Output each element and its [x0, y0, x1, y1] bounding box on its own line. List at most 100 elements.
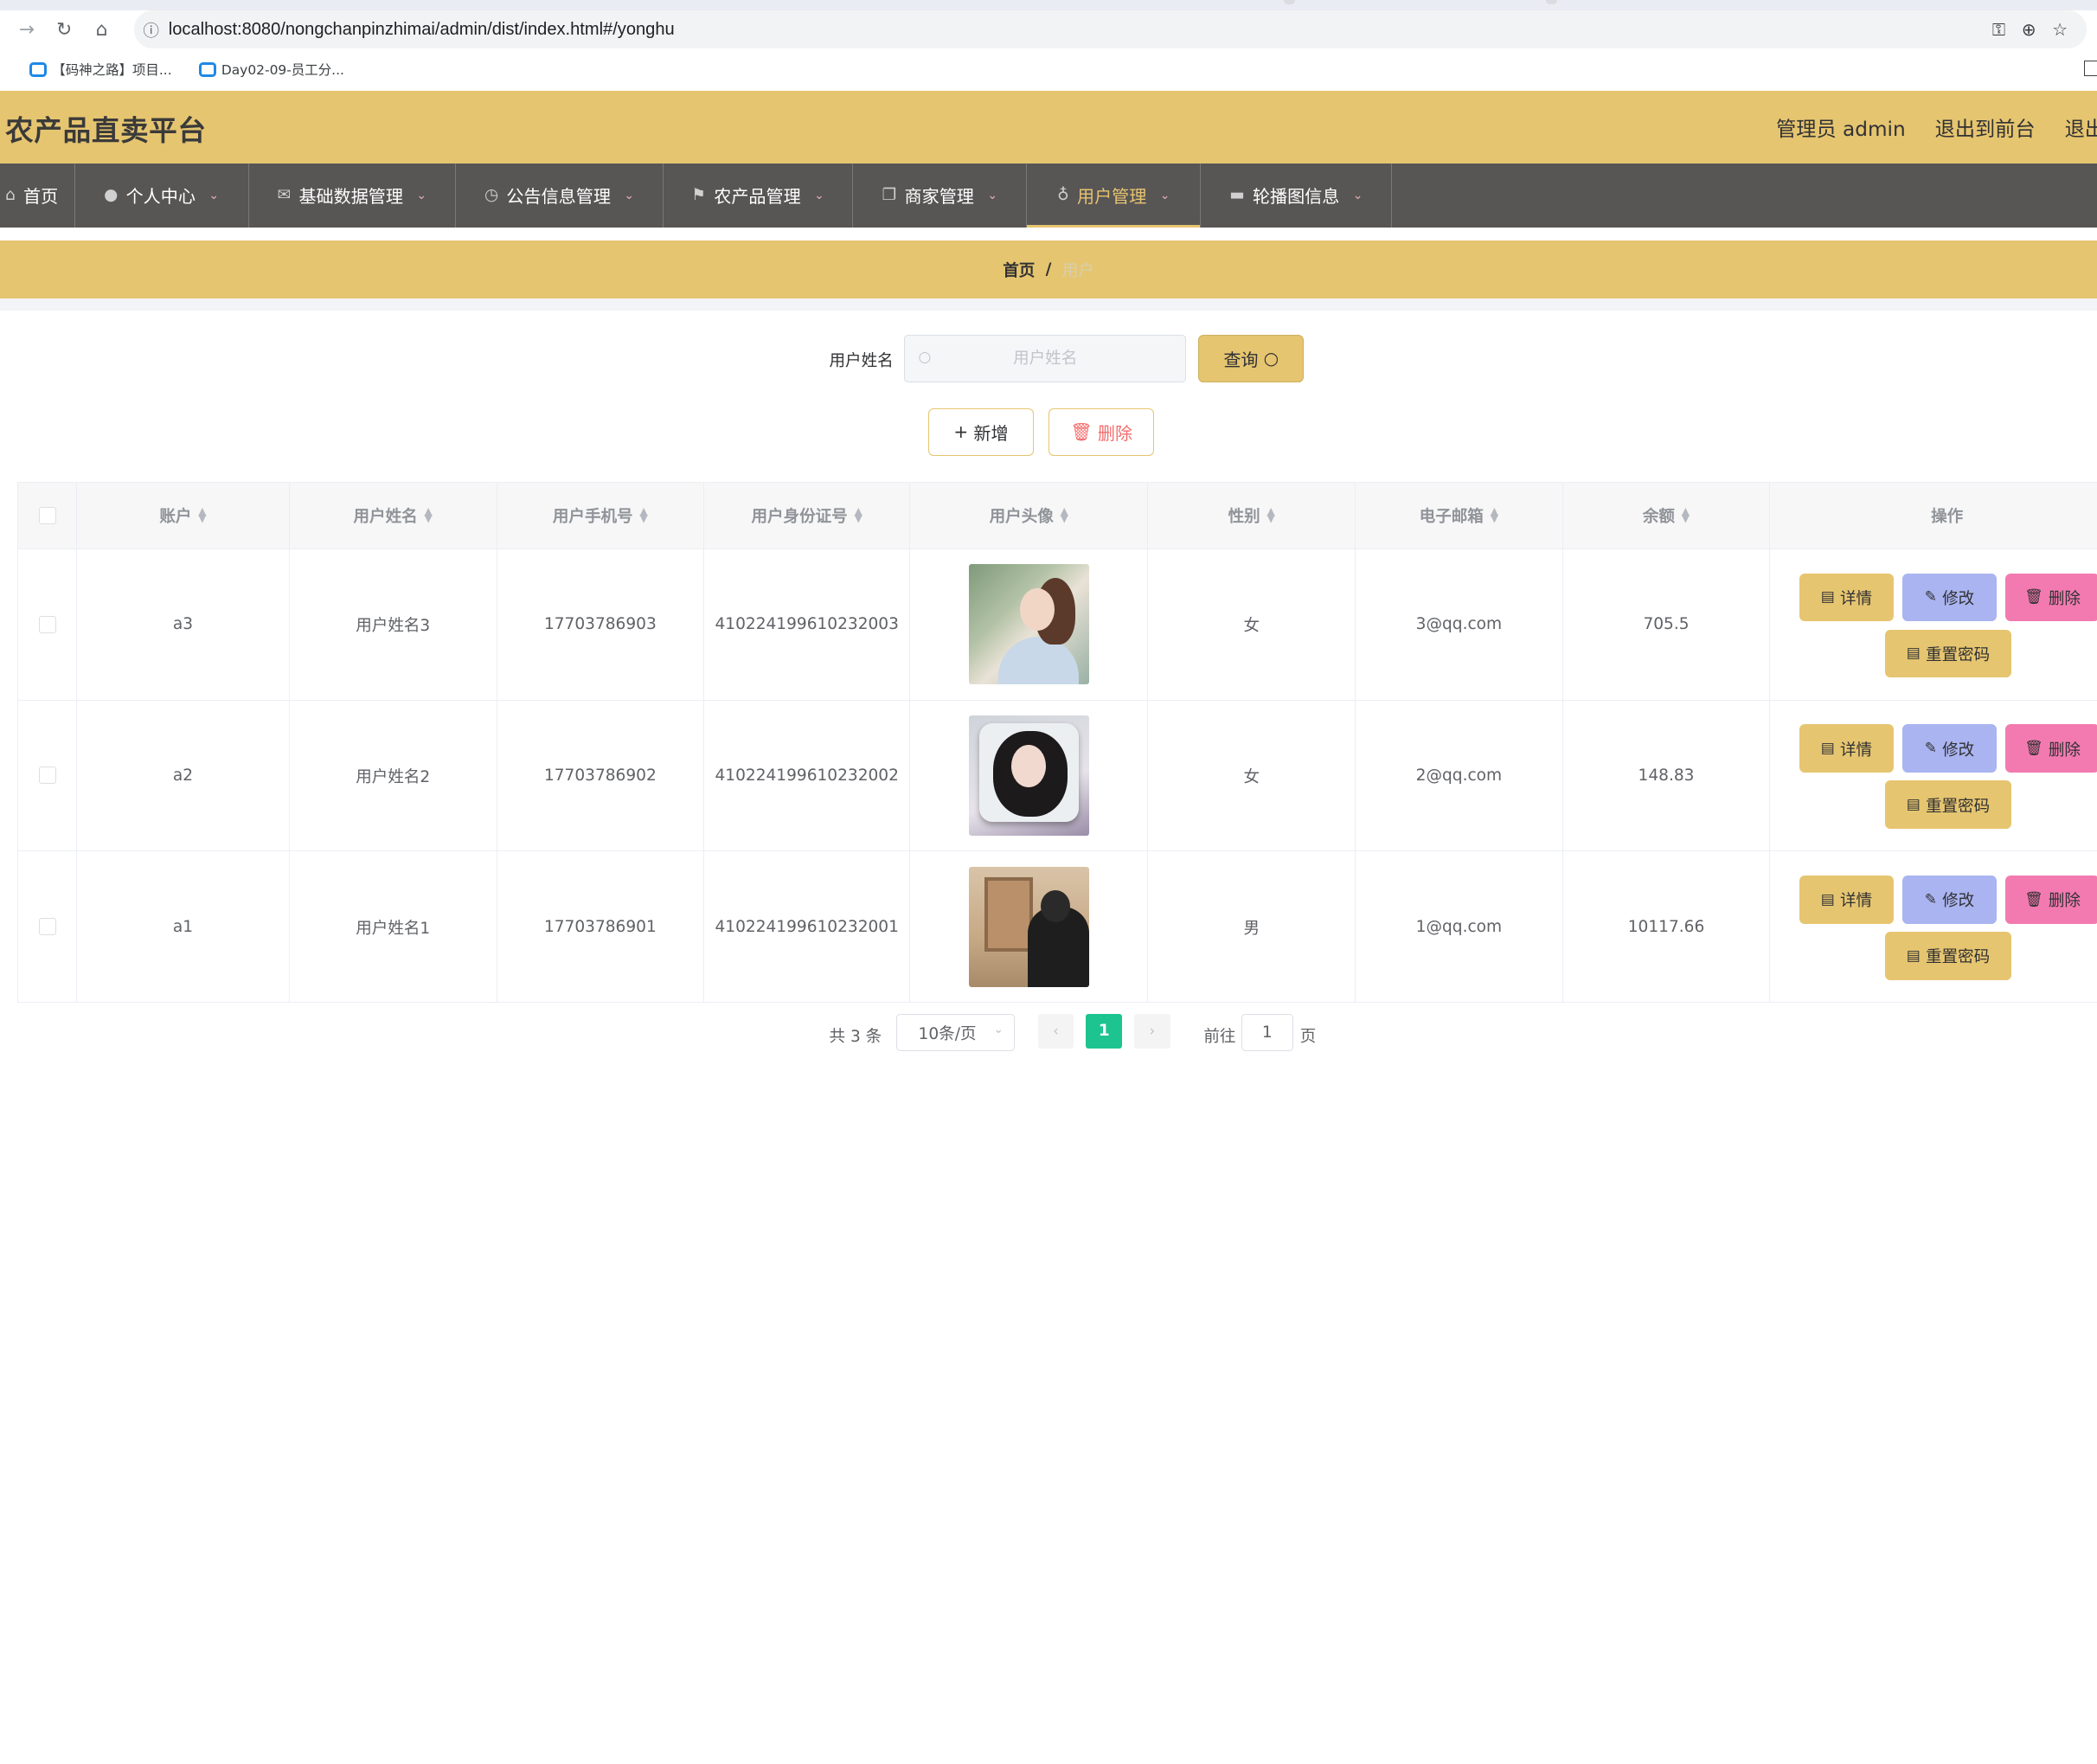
avatar-figure [1019, 587, 1055, 632]
add-button[interactable]: + 新增 [927, 407, 1035, 457]
reset-password-button[interactable]: ▤ 重置密码 [1885, 931, 2011, 980]
tab-edge [1284, 0, 1295, 4]
delete-button[interactable]: 🗑 删除 [2005, 573, 2097, 622]
edit-button[interactable]: ✎ 修改 [1902, 573, 1997, 622]
column-header-email[interactable]: 电子邮箱 ▲ ▼ [1356, 482, 1563, 549]
column-header-name[interactable]: 用户姓名 ▲ ▼ [289, 482, 497, 549]
edit-button[interactable]: ✎ 修改 [1902, 724, 1997, 773]
sort-icon[interactable]: ▲ ▼ [1491, 506, 1499, 523]
avatar-figure [984, 876, 1033, 953]
chevron-down-icon: ⌄ [987, 188, 997, 202]
logout-link[interactable]: 退出登录 [2065, 112, 2097, 142]
column-header-phone[interactable]: 用户手机号 ▲ ▼ [497, 482, 705, 549]
cell-email: 2@qq.com [1356, 700, 1563, 852]
breadcrumb-home[interactable]: 首页 [1003, 258, 1035, 281]
chevron-down-icon: ⌄ [1352, 188, 1363, 202]
row-checkbox[interactable] [38, 918, 56, 936]
admin-user-link[interactable]: 管理员 admin [1776, 112, 1906, 142]
batch-delete-label: 删除 [1097, 422, 1133, 444]
delete-button[interactable]: 🗑 删除 [2005, 876, 2097, 924]
site-info-icon[interactable]: ⓘ [134, 18, 169, 42]
column-header-avatar[interactable]: 用户头像 ▲ ▼ [910, 482, 1149, 549]
zoom-icon[interactable]: ⊕ [2022, 19, 2036, 40]
cell-balance: 148.83 [1562, 700, 1771, 852]
home-icon[interactable]: ⌂ [83, 10, 120, 48]
nav-item-carousel[interactable]: ▬ 轮播图信息 ⌄ [1201, 163, 1393, 228]
avatar[interactable] [968, 866, 1089, 987]
reset-password-button[interactable]: ▤ 重置密码 [1885, 629, 2011, 678]
cell-phone: 17703786901 [497, 851, 705, 1003]
document-icon: ▤ [1820, 890, 1835, 908]
detail-button[interactable]: ▤ 详情 [1799, 876, 1894, 924]
row-select-cell [18, 700, 78, 852]
column-header-gender[interactable]: 性别 ▲ ▼ [1148, 482, 1356, 549]
reload-icon[interactable]: ↻ [46, 10, 83, 48]
cell-id-card: 410224199610232001 [704, 851, 911, 1003]
password-key-icon[interactable]: ⚿ [1992, 19, 2005, 41]
folder-icon[interactable] [2083, 60, 2097, 77]
batch-delete-button[interactable]: 🗑 删除 [1048, 407, 1155, 457]
bookmark-item[interactable]: 【码神之路】项目... [29, 60, 172, 79]
goto-page-input[interactable] [1241, 1013, 1293, 1052]
sort-icon[interactable]: ▲ ▼ [1061, 506, 1069, 523]
bookmark-label: 【码神之路】项目... [52, 62, 172, 79]
sort-icon[interactable]: ▲ ▼ [198, 506, 207, 523]
url-text[interactable]: localhost:8080/nongchanpinzhimai/admin/d… [169, 20, 675, 40]
detail-button-label: 详情 [1839, 741, 1873, 760]
main-nav: ⌂ 首页 ● 个人中心 ⌄ ✉ 基础数据管理 ⌄ ◷ 公告信息管理 ⌄ ⚑ 农产… [0, 163, 2097, 228]
delete-button-label: 删除 [2048, 741, 2081, 760]
bookmark-item[interactable]: Day02-09-员工分... [198, 60, 344, 79]
row-actions: ▤ 详情 ✎ 修改 🗑 删除 ▤ 重置密码 [1770, 701, 2097, 851]
row-checkbox[interactable] [38, 767, 56, 785]
cell-id-card: 410224199610232003 [704, 548, 911, 701]
column-header-id-card[interactable]: 用户身份证号 ▲ ▼ [704, 482, 911, 549]
column-header-account[interactable]: 账户 ▲ ▼ [77, 482, 290, 549]
plus-icon: + [953, 421, 969, 443]
page-number-current[interactable]: 1 [1086, 1013, 1123, 1049]
page-size-select[interactable]: 10条/页 ⌄ [895, 1013, 1016, 1052]
nav-item-users[interactable]: ♁ 用户管理 ⌄ [1027, 163, 1202, 228]
address-bar[interactable]: ⓘ localhost:8080/nongchanpinzhimai/admin… [133, 10, 2087, 48]
pagination: 共 3 条 10条/页 ⌄ ‹ 1 › 前往 页 [0, 1013, 2097, 1052]
cell-gender: 男 [1148, 851, 1356, 1003]
edit-button-label: 修改 [1942, 589, 1975, 608]
prev-page-button[interactable]: ‹ [1037, 1013, 1074, 1049]
reset-password-button[interactable]: ▤ 重置密码 [1885, 780, 2011, 829]
nav-item-home[interactable]: ⌂ 首页 [0, 163, 75, 228]
search-input[interactable] [905, 335, 1186, 382]
nav-item-products[interactable]: ⚑ 农产品管理 ⌄ [664, 163, 854, 228]
search-field[interactable]: ○ [904, 334, 1187, 383]
sort-icon[interactable]: ▲ ▼ [424, 506, 433, 523]
cell-account: a1 [77, 851, 290, 1003]
avatar[interactable] [968, 564, 1089, 685]
trash-icon: 🗑 [1070, 421, 1093, 443]
nav-item-merchants[interactable]: ❐ 商家管理 ⌄ [853, 163, 1028, 228]
cell-gender: 女 [1148, 548, 1356, 701]
avatar[interactable] [968, 715, 1089, 836]
sort-icon[interactable]: ▲ ▼ [639, 506, 648, 523]
detail-button[interactable]: ▤ 详情 [1799, 573, 1894, 622]
exit-to-front-link[interactable]: 退出到前台 [1935, 112, 2036, 142]
delete-button[interactable]: 🗑 删除 [2005, 724, 2097, 773]
pencil-icon: ✎ [1924, 588, 1937, 606]
star-icon[interactable]: ☆ [2052, 19, 2068, 40]
sort-icon[interactable]: ▲ ▼ [1682, 506, 1690, 523]
detail-button-label: 详情 [1839, 892, 1873, 911]
sort-icon[interactable]: ▲ ▼ [854, 506, 863, 523]
nav-item-notice[interactable]: ◷ 公告信息管理 ⌄ [456, 163, 664, 228]
edit-button[interactable]: ✎ 修改 [1902, 876, 1997, 924]
cell-actions: ▤ 详情 ✎ 修改 🗑 删除 ▤ 重置密码 [1770, 549, 2097, 701]
detail-button[interactable]: ▤ 详情 [1799, 724, 1894, 773]
back-icon[interactable]: → [8, 10, 45, 48]
nav-item-personal-center[interactable]: ● 个人中心 ⌄ [75, 163, 249, 228]
next-page-button[interactable]: › [1134, 1013, 1170, 1049]
delete-button-label: 删除 [2048, 589, 2081, 608]
cell-avatar [910, 851, 1149, 1003]
select-all-checkbox[interactable] [38, 506, 56, 524]
column-header-balance[interactable]: 余额 ▲ ▼ [1562, 482, 1771, 549]
sort-icon[interactable]: ▲ ▼ [1267, 506, 1275, 523]
row-checkbox[interactable] [38, 615, 56, 633]
nav-item-basic-data[interactable]: ✉ 基础数据管理 ⌄ [249, 163, 457, 228]
bilibili-icon [198, 61, 216, 77]
query-button[interactable]: 查询 ○ [1198, 334, 1305, 383]
